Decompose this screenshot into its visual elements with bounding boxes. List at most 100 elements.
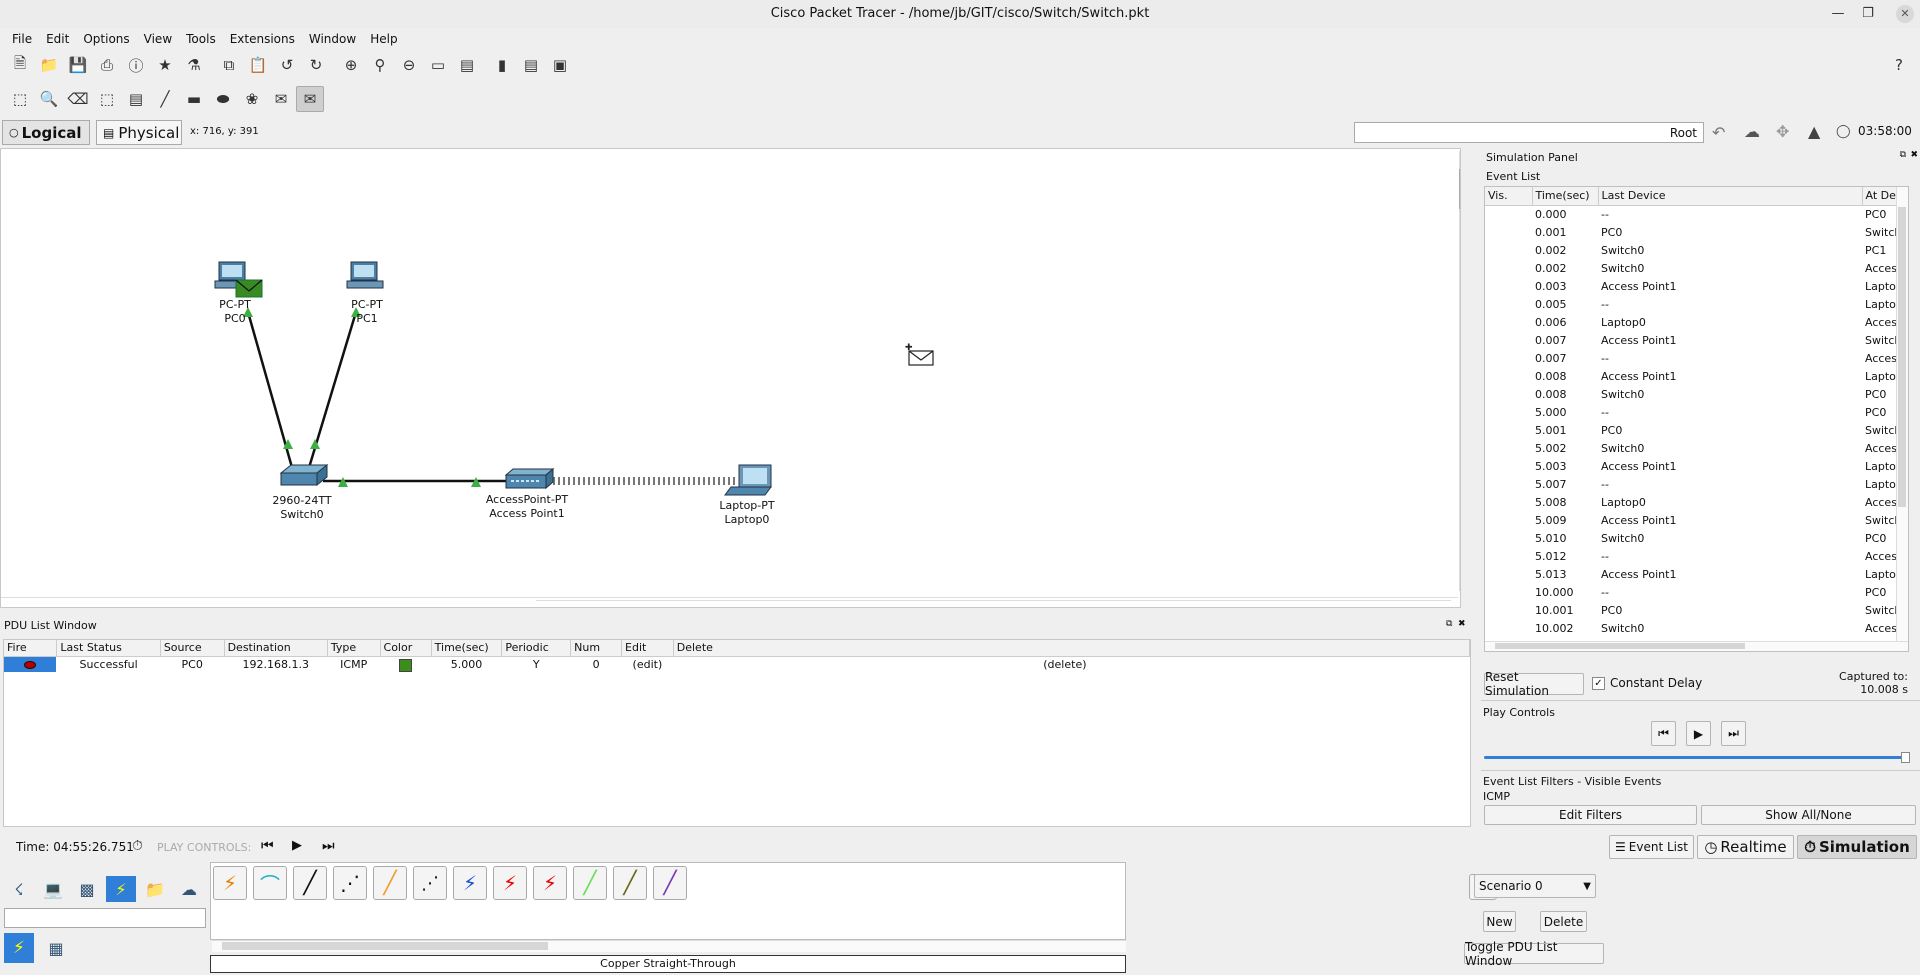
event-row[interactable]: 10.002 Switch0 Access <box>1485 619 1908 637</box>
event-list-vscroll-thumb[interactable] <box>1898 207 1906 507</box>
inspect-icon[interactable]: 🔍 <box>35 86 63 112</box>
undo-icon[interactable]: ↺ <box>273 52 301 78</box>
access-point1-icon[interactable] <box>504 467 555 490</box>
event-row[interactable]: 5.007 -- Laptop <box>1485 475 1908 493</box>
pdu-undock-icon[interactable]: ⧉ <box>1446 619 1452 629</box>
select-icon[interactable]: ⬚ <box>6 86 34 112</box>
pdu-col-status[interactable]: Last Status <box>56 640 161 657</box>
event-row[interactable]: 5.013 Access Point1 Laptop <box>1485 565 1908 583</box>
event-row[interactable]: 0.005 -- Laptop <box>1485 295 1908 313</box>
pdu-col-type[interactable]: Type <box>327 640 381 657</box>
pdu-delete-link[interactable]: (delete) <box>673 656 1469 673</box>
event-list-hscroll-thumb[interactable] <box>1495 643 1745 649</box>
event-row[interactable]: 0.002 Switch0 PC1 <box>1485 241 1908 259</box>
event-row[interactable]: 0.007 -- Access <box>1485 349 1908 367</box>
print-icon[interactable]: ⎙ <box>93 52 121 78</box>
new-scenario-button[interactable]: New <box>1483 911 1516 932</box>
pdu-col-destination[interactable]: Destination <box>224 640 328 657</box>
connections-subcategory-icon[interactable]: ⚡ <box>4 933 34 963</box>
maximize-icon[interactable]: ❐ <box>1854 0 1882 28</box>
close-icon[interactable]: ✕ <box>1896 5 1914 23</box>
event-row[interactable]: 0.003 Access Point1 Laptop <box>1485 277 1908 295</box>
pdu-envelope-icon[interactable] <box>235 279 263 298</box>
event-row[interactable]: 10.001 PC0 Switch <box>1485 601 1908 619</box>
menu-file[interactable]: File <box>12 32 32 46</box>
wizard-icon[interactable]: ★ <box>151 52 179 78</box>
complex-pdu-icon[interactable]: ✉ <box>296 86 324 112</box>
open-folder-icon[interactable]: 📁 <box>35 52 63 78</box>
zoom-in-icon[interactable]: ⊕ <box>337 52 365 78</box>
menu-edit[interactable]: Edit <box>46 32 69 46</box>
menu-extensions[interactable]: Extensions <box>230 32 295 46</box>
simulation-mode-button[interactable]: ⏱ Simulation <box>1797 835 1917 859</box>
pdu-col-num[interactable]: Num <box>570 640 623 657</box>
components-icon[interactable]: ▩ <box>72 876 102 902</box>
play-button[interactable]: ▶ <box>1686 721 1711 746</box>
show-all-none-button[interactable]: Show All/None <box>1701 805 1916 825</box>
step-forward-button[interactable]: ⏭ <box>1721 721 1746 746</box>
canvas-vscrollbar[interactable] <box>1459 151 1460 591</box>
back-icon[interactable]: ↶ <box>1712 123 1725 142</box>
copper-cross-over-icon[interactable]: ⋰ <box>333 866 367 900</box>
laptop0-icon[interactable] <box>724 464 772 496</box>
col-time[interactable]: Time(sec) <box>1532 187 1599 206</box>
col-vis[interactable]: Vis. <box>1485 187 1533 206</box>
event-row[interactable]: 5.003 Access Point1 Laptop <box>1485 457 1908 475</box>
bottom-play-icon[interactable]: ▶ <box>292 838 302 853</box>
event-row[interactable]: 5.009 Access Point1 Switch <box>1485 511 1908 529</box>
coaxial-icon[interactable]: ⚡ <box>453 866 487 900</box>
panel-close-icon[interactable]: ✖ <box>1910 150 1918 160</box>
event-row[interactable]: 10.000 -- PC0 <box>1485 583 1908 601</box>
step-back-button[interactable]: ⏮ <box>1651 721 1676 746</box>
canvas-vscroll-thumb[interactable] <box>1459 169 1460 209</box>
notes-icon[interactable]: ▮ <box>488 52 516 78</box>
event-row[interactable]: 5.010 Switch0 PC0 <box>1485 529 1908 547</box>
canvas-hscroll-thumb[interactable] <box>536 600 1451 601</box>
lab-icon[interactable]: ⚗ <box>180 52 208 78</box>
scenario-select[interactable]: Scenario 0 ▼ <box>1474 874 1596 898</box>
tab-logical[interactable]: ○ Logical <box>2 120 90 145</box>
logical-workspace[interactable]: ✚ PC-PT PC0 PC-PT PC1 2960-24TT Switch0 … <box>0 148 1461 608</box>
realtime-mode-button[interactable]: ◷ Realtime <box>1697 835 1794 859</box>
cloud-icon[interactable]: ☁ <box>1744 122 1760 141</box>
event-row[interactable]: 0.008 Access Point1 Laptop <box>1485 367 1908 385</box>
save-icon[interactable]: 💾 <box>64 52 92 78</box>
reset-simulation-button[interactable]: Reset Simulation <box>1484 670 1584 698</box>
ellipse-icon[interactable]: ⬬ <box>209 86 237 112</box>
serial-dce-icon[interactable]: ⚡ <box>493 866 527 900</box>
event-row[interactable]: 5.000 -- PC0 <box>1485 403 1908 421</box>
delete-scenario-button[interactable]: Delete <box>1540 911 1587 932</box>
event-row[interactable]: 0.007 Access Point1 Switch <box>1485 331 1908 349</box>
miscellaneous-icon[interactable]: 📁 <box>140 876 170 902</box>
info-icon[interactable]: ⓘ <box>122 52 150 78</box>
toggle-pdu-list-button[interactable]: Toggle PDU List Window <box>1464 940 1604 968</box>
bottom-step-forward-icon[interactable]: ⏭ <box>322 838 335 854</box>
landscape-icon[interactable]: ▲ <box>1808 122 1820 141</box>
event-list-table[interactable]: Vis. Time(sec) Last Device At Dev 0.000-… <box>1484 186 1909 652</box>
event-row[interactable]: 5.002 Switch0 Access <box>1485 439 1908 457</box>
pdu-col-fire[interactable]: Fire <box>4 640 58 657</box>
pdu-col-time[interactable]: Time(sec) <box>431 640 503 657</box>
console-cable-icon[interactable]: ⌒ <box>253 866 287 900</box>
zoom-out-icon[interactable]: ⊖ <box>395 52 423 78</box>
network-icon[interactable]: ▤ <box>517 52 545 78</box>
menu-options[interactable]: Options <box>83 32 129 46</box>
auto-connection-icon[interactable]: ⚡ <box>213 866 247 900</box>
end-devices-icon[interactable]: 💻 <box>38 876 68 902</box>
menu-window[interactable]: Window <box>309 32 356 46</box>
copper-straight-through-icon[interactable]: ╱ <box>293 866 327 900</box>
paste-icon[interactable]: 📋 <box>244 52 272 78</box>
fire-cell[interactable] <box>4 656 57 673</box>
tab-physical[interactable]: ▤ Physical <box>96 120 182 145</box>
play-speed-slider[interactable] <box>1484 756 1908 759</box>
fire-indicator-icon[interactable] <box>24 660 36 669</box>
freeform-icon[interactable]: ❀ <box>238 86 266 112</box>
pdu-col-delete[interactable]: Delete <box>673 640 1470 657</box>
redo-icon[interactable]: ↻ <box>302 52 330 78</box>
constant-delay-checkbox[interactable]: ✓ <box>1592 677 1605 690</box>
custom-device-icon[interactable]: ▤ <box>453 52 481 78</box>
pdu-edit-link[interactable]: (edit) <box>622 656 674 673</box>
simple-pdu-icon[interactable]: ✉ <box>267 86 295 112</box>
phone-cable-icon[interactable]: ⋰ <box>413 866 447 900</box>
event-row[interactable]: 0.002 Switch0 Access <box>1485 259 1908 277</box>
